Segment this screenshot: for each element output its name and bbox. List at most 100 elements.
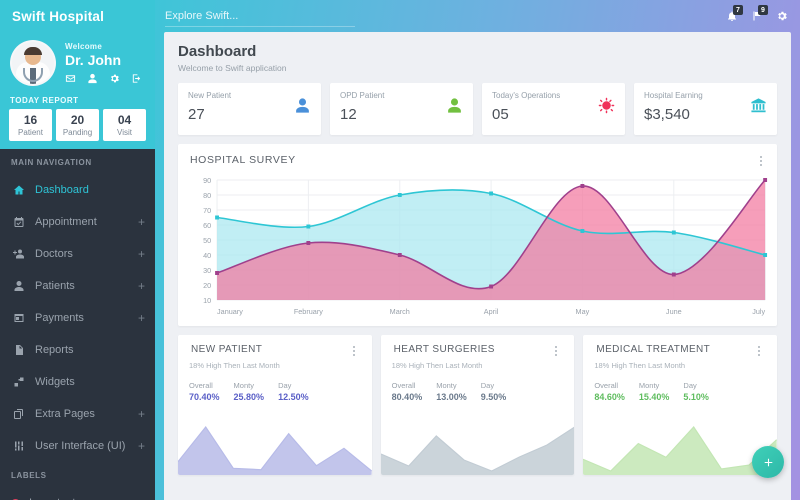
metric-label: Overall xyxy=(189,381,213,390)
svg-text:10: 10 xyxy=(203,296,211,305)
metric-value: 9.50% xyxy=(480,392,507,402)
sidebar-item-user-interface[interactable]: User Interface (UI) + xyxy=(0,430,155,462)
expand-indicator: + xyxy=(137,247,145,261)
metric-label: Day xyxy=(278,381,292,390)
metric-label: Monty xyxy=(638,381,660,390)
metric-value: 13.00% xyxy=(436,392,467,402)
stat-card-todays-operations[interactable]: Today's Operations 05 xyxy=(482,83,625,135)
brand-title: Swift Hospital xyxy=(12,8,105,24)
kebab-menu-icon[interactable] xyxy=(757,154,765,168)
sidebar-item-label: Widgets xyxy=(35,376,75,388)
user-profile: Welcome Dr. John xyxy=(0,32,155,90)
sidebar-label-important[interactable]: Important xyxy=(0,487,155,500)
sparkline-chart xyxy=(583,419,778,475)
card-subtitle: 18% High Then Last Month xyxy=(189,361,280,370)
svg-text:70: 70 xyxy=(203,206,211,215)
svg-text:June: June xyxy=(666,307,682,316)
stat-card-opd-patient[interactable]: OPD Patient 12 xyxy=(330,83,473,135)
hospital-survey-card: HOSPITAL SURVEY 10 20 30 40 50 60 70 80 90 Januar… xyxy=(178,144,777,326)
today-report-item[interactable]: 04 Visit xyxy=(103,109,146,141)
metric: Overall 70.40% xyxy=(189,381,220,402)
kebab-menu-icon[interactable] xyxy=(552,344,560,358)
stat-value: 12 xyxy=(340,106,357,123)
bottom-cards: NEW PATIENT 18% High Then Last Month Ove… xyxy=(164,326,791,475)
survey-chart: 10 20 30 40 50 60 70 80 90 January February March Ap… xyxy=(188,172,769,320)
svg-text:30: 30 xyxy=(203,266,211,275)
gear-icon[interactable] xyxy=(776,10,788,22)
expand-indicator: + xyxy=(137,439,145,453)
expand-indicator: + xyxy=(137,279,145,293)
survey-title: HOSPITAL SURVEY xyxy=(190,154,296,166)
sidebar-item-patients[interactable]: Patients + xyxy=(0,270,155,302)
metric-value: 5.10% xyxy=(683,392,709,402)
metric-value: 84.60% xyxy=(594,392,625,402)
user-plus-icon xyxy=(11,247,26,262)
stat-cards: New Patient 27 OPD Patient 12 Today's Op… xyxy=(164,83,791,135)
sidebar-item-doctors[interactable]: Doctors + xyxy=(0,238,155,270)
sidebar-item-extra-pages[interactable]: Extra Pages + xyxy=(0,398,155,430)
sidebar-item-label: Dashboard xyxy=(35,184,89,196)
brand[interactable]: Swift Hospital xyxy=(0,0,155,32)
card-medical-treatment: MEDICAL TREATMENT 18% High Then Last Mon… xyxy=(583,335,778,475)
flag-badge: 9 xyxy=(758,5,768,15)
avatar xyxy=(10,40,56,86)
kebab-menu-icon[interactable] xyxy=(350,344,358,358)
welcome-label: Welcome xyxy=(65,42,103,51)
logout-icon[interactable] xyxy=(131,73,142,84)
search-input[interactable] xyxy=(165,7,355,27)
search-box[interactable] xyxy=(165,6,355,27)
metric-label: Day xyxy=(683,381,697,390)
plus-icon xyxy=(762,456,775,469)
bell-badge: 7 xyxy=(733,5,743,15)
main-area: 7 9 Dashboard Welcome to Swift applicati… xyxy=(155,0,800,500)
metric-label: Overall xyxy=(391,381,416,390)
dashboard-app: Swift Hospital Welcome Dr. John TODAY RE… xyxy=(0,0,800,500)
add-button[interactable] xyxy=(752,446,784,478)
user-name: Dr. John xyxy=(65,52,122,68)
stat-value: $3,540 xyxy=(644,106,690,123)
svg-text:July: July xyxy=(752,307,765,316)
stat-card-new-patient[interactable]: New Patient 27 xyxy=(178,83,321,135)
stat-value: 05 xyxy=(492,106,509,123)
topbar: 7 9 xyxy=(155,0,800,32)
kebab-menu-icon[interactable] xyxy=(755,344,763,358)
bank-icon xyxy=(750,97,767,114)
today-report-label-text: Visit xyxy=(117,128,132,137)
svg-text:40: 40 xyxy=(203,251,211,260)
sidebar-item-payments[interactable]: Payments + xyxy=(0,302,155,334)
metric: Monty 15.40% xyxy=(639,381,670,402)
sparkline-chart xyxy=(380,419,575,475)
stat-card-hospital-earning[interactable]: Hospital Earning $3,540 xyxy=(634,83,777,135)
labels-heading: LABELS xyxy=(11,471,47,480)
card-new-patient: NEW PATIENT 18% High Then Last Month Ove… xyxy=(178,335,372,475)
user-icon[interactable] xyxy=(87,73,98,84)
today-report-label-text: Panding xyxy=(62,128,93,137)
metric-value: 25.80% xyxy=(233,392,265,402)
nav-heading: MAIN NAVIGATION xyxy=(11,158,92,167)
today-report-value: 20 xyxy=(70,113,85,127)
gear-icon[interactable] xyxy=(109,73,120,84)
sidebar-item-dashboard[interactable]: Dashboard xyxy=(0,174,155,206)
metric: Overall 84.60% xyxy=(594,381,625,402)
sidebar-item-widgets[interactable]: Widgets xyxy=(0,366,155,398)
sidebar-item-reports[interactable]: Reports xyxy=(0,334,155,366)
svg-text:20: 20 xyxy=(203,281,211,290)
envelope-icon[interactable] xyxy=(65,73,76,84)
profile-actions xyxy=(65,73,142,84)
sparkline-chart xyxy=(178,419,372,475)
today-report-item[interactable]: 16 Patient xyxy=(9,109,52,141)
sidebar-item-appointment[interactable]: Appointment + xyxy=(0,206,155,238)
bell-icon[interactable]: 7 xyxy=(726,5,743,22)
expand-indicator: + xyxy=(137,215,145,229)
today-report-item[interactable]: 20 Panding xyxy=(56,109,99,141)
svg-text:60: 60 xyxy=(203,221,211,230)
stat-value: 27 xyxy=(188,106,205,123)
svg-text:January: January xyxy=(217,307,243,316)
sidebar-item-label: Patients xyxy=(35,280,75,292)
metric: Monty 13.00% xyxy=(436,381,467,402)
stat-label: OPD Patient xyxy=(340,91,385,100)
page-title: Dashboard xyxy=(178,43,257,60)
flag-icon[interactable]: 9 xyxy=(751,5,768,22)
sidebar-item-label: Extra Pages xyxy=(35,408,95,420)
sidebar: Swift Hospital Welcome Dr. John TODAY RE… xyxy=(0,0,155,500)
